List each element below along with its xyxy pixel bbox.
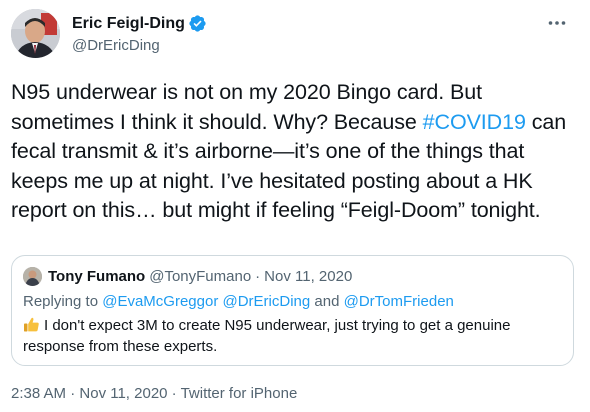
author-name-row: Eric Feigl-Ding — [72, 13, 207, 34]
tweet-time[interactable]: 2:38 AM — [11, 385, 66, 402]
tweet-card: Eric Feigl-Ding @DrEricDing N95 underwea… — [0, 0, 590, 412]
quoted-date: Nov 11, 2020 — [264, 267, 353, 285]
author-name[interactable]: Eric Feigl-Ding — [72, 15, 185, 33]
quoted-avatar — [23, 266, 42, 286]
author-handle[interactable]: @DrEricDing — [72, 37, 207, 54]
quoted-text-body: I don't expect 3M to create N95 underwea… — [23, 317, 511, 355]
replying-to: Replying to @EvaMcGreggor @DrEricDing an… — [23, 293, 454, 310]
author-avatar[interactable] — [11, 9, 60, 58]
tweet-source[interactable]: Twitter for iPhone — [181, 385, 298, 402]
tweet-date[interactable]: Nov 11, 2020 — [79, 385, 167, 402]
more-horizontal-icon[interactable] — [546, 15, 568, 31]
replying-to-and: and — [310, 293, 344, 310]
mention-link[interactable]: @DrEricDing — [223, 293, 311, 310]
tweet-text: N95 underwear is not on my 2020 Bingo ca… — [11, 78, 581, 226]
mention-link[interactable]: @EvaMcGreggor — [102, 293, 218, 310]
thumbs-up-icon — [23, 316, 40, 333]
meta-separator: · — [66, 385, 80, 402]
meta-separator: · — [167, 385, 181, 402]
avatar-photo — [11, 9, 60, 58]
quoted-tweet[interactable]: Tony Fumano @TonyFumano · Nov 11, 2020 R… — [11, 255, 574, 366]
verified-badge-icon — [188, 14, 207, 33]
author-block: Eric Feigl-Ding @DrEricDing — [72, 13, 207, 54]
quoted-author-handle: @TonyFumano — [149, 267, 252, 285]
quoted-header: Tony Fumano @TonyFumano · Nov 11, 2020 — [23, 266, 352, 286]
quoted-text: I don't expect 3M to create N95 underwea… — [23, 315, 563, 357]
quoted-author-name: Tony Fumano — [48, 267, 146, 285]
tweet-metadata: 2:38 AM · Nov 11, 2020 · Twitter for iPh… — [11, 385, 297, 402]
mention-link[interactable]: @DrTomFrieden — [344, 293, 454, 310]
quoted-separator: · — [255, 267, 261, 285]
tweet-text-part1: N95 underwear is not on my 2020 Bingo ca… — [11, 80, 482, 134]
hashtag-link[interactable]: #COVID19 — [423, 110, 526, 134]
replying-to-label: Replying to — [23, 293, 103, 310]
